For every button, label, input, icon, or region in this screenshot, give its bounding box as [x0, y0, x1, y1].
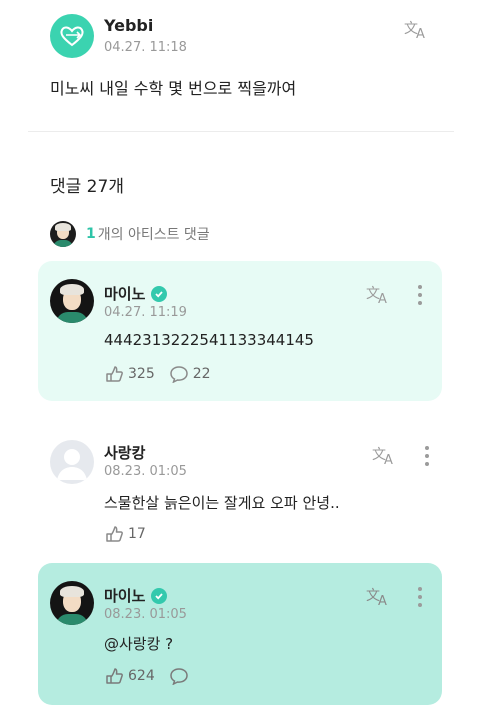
comment-author-name[interactable]: 마이노	[104, 283, 168, 304]
verified-badge-icon	[151, 587, 168, 604]
svg-text:A: A	[416, 27, 425, 40]
comment-avatar[interactable]	[50, 440, 94, 484]
more-options-icon[interactable]	[424, 446, 430, 466]
comment-actions: 325 22	[104, 365, 225, 383]
translate-icon[interactable]: 文 A	[372, 444, 398, 468]
comment-card: 사랑캉 08.23. 01:05 文 A 스물한살 늙은이는 잘게요 오파 안녕…	[38, 430, 442, 550]
more-options-icon[interactable]	[417, 587, 423, 607]
cheer-icon	[106, 526, 123, 542]
artist-mini-avatar	[50, 221, 76, 247]
like-button[interactable]: 17	[104, 525, 146, 543]
reply-button[interactable]	[169, 667, 193, 685]
speech-bubble-icon	[169, 668, 188, 685]
cheer-icon	[106, 366, 123, 382]
verified-badge-icon	[151, 285, 168, 302]
like-count: 17	[128, 526, 146, 542]
comment-avatar[interactable]	[50, 581, 94, 625]
artist-comment-card: 마이노 04.27. 11:19 文 A 4442313222541133344…	[38, 261, 442, 401]
comment-text: 스물한살 늙은이는 잘게요 오파 안녕..	[104, 494, 340, 512]
more-options-icon[interactable]	[417, 285, 423, 305]
like-button[interactable]: 624	[104, 667, 155, 685]
post-author-avatar[interactable]	[50, 14, 94, 58]
comment-author-label: 마이노	[104, 285, 146, 303]
comment-time: 08.23. 01:05	[104, 607, 187, 622]
post-header: Yebbi 04.27. 11:18	[50, 14, 450, 60]
comment-time: 04.27. 11:19	[104, 305, 187, 320]
reply-count: 22	[192, 366, 211, 382]
comment-author-name[interactable]: 마이노	[104, 585, 168, 606]
comment-text: @사랑캉 ?	[104, 635, 174, 653]
artist-comment-count: 1	[86, 226, 96, 242]
heart-logo-icon	[60, 26, 84, 47]
artist-comment-card-highlighted: 마이노 08.23. 01:05 文 A @사랑캉 ? 624	[38, 563, 442, 705]
svg-text:A: A	[384, 453, 393, 466]
reply-button[interactable]: 22	[169, 365, 211, 383]
speech-bubble-icon	[169, 366, 188, 383]
post-author-name[interactable]: Yebbi	[104, 16, 153, 35]
default-user-icon	[57, 449, 87, 480]
comment-text: 4442313222541133344145	[104, 331, 314, 349]
like-button[interactable]: 325	[104, 365, 155, 383]
svg-text:A: A	[378, 594, 387, 607]
comment-author-name[interactable]: 사랑캉	[104, 442, 145, 463]
comment-actions: 17	[104, 525, 160, 543]
translate-icon[interactable]: 文 A	[366, 283, 392, 307]
comment-actions: 624	[104, 667, 207, 685]
like-count: 624	[128, 668, 155, 684]
post-time: 04.27. 11:18	[104, 40, 187, 55]
like-count: 325	[128, 366, 155, 382]
cheer-icon	[106, 668, 123, 684]
svg-text:A: A	[378, 292, 387, 305]
comment-author-label: 마이노	[104, 587, 146, 605]
translate-icon[interactable]: 文 A	[366, 585, 392, 609]
comment-avatar[interactable]	[50, 279, 94, 323]
post-text: 미노씨 내일 수학 몇 번으로 찍을까여	[50, 79, 297, 98]
artist-comment-label: 개의 아티스트 댓글	[97, 227, 210, 243]
artist-comments-filter[interactable]: 1 개의 아티스트 댓글	[50, 220, 210, 248]
translate-icon[interactable]: 文 A	[404, 18, 430, 42]
divider	[28, 131, 454, 132]
comments-title: 댓글 27개	[50, 177, 124, 197]
comment-time: 08.23. 01:05	[104, 464, 187, 479]
